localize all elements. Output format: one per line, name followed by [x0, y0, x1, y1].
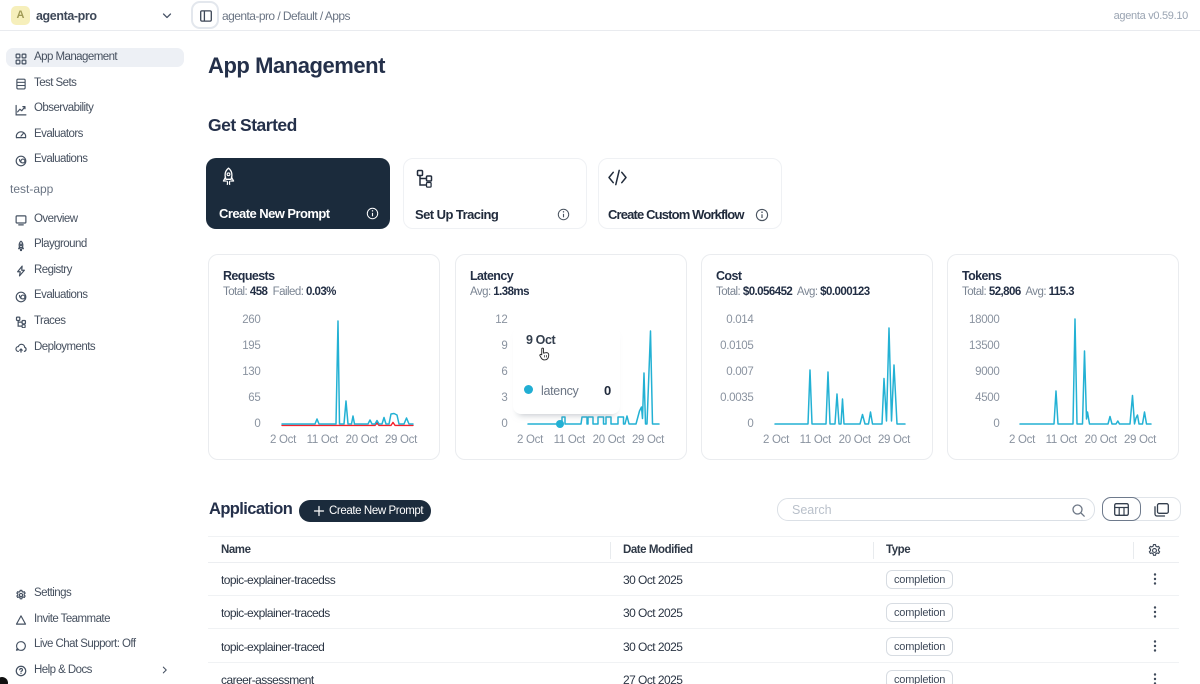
svg-text:18000: 18000 — [969, 314, 999, 326]
svg-text:260: 260 — [242, 314, 260, 326]
svg-text:11 Oct: 11 Oct — [800, 434, 832, 446]
svg-text:20 Oct: 20 Oct — [1085, 434, 1118, 446]
svg-text:195: 195 — [242, 340, 260, 352]
svg-text:11 Oct: 11 Oct — [1046, 434, 1078, 446]
svg-text:12: 12 — [495, 314, 507, 326]
svg-text:9000: 9000 — [975, 366, 999, 378]
svg-text:0.0105: 0.0105 — [720, 340, 753, 352]
svg-text:29 Oct: 29 Oct — [878, 434, 911, 446]
svg-text:65: 65 — [248, 392, 260, 404]
svg-text:2 Oct: 2 Oct — [1009, 434, 1036, 446]
svg-text:29 Oct: 29 Oct — [385, 434, 418, 446]
svg-text:11 Oct: 11 Oct — [554, 434, 586, 446]
svg-text:9: 9 — [501, 340, 507, 352]
svg-text:0: 0 — [747, 418, 753, 430]
svg-text:11 Oct: 11 Oct — [307, 434, 339, 446]
svg-text:3: 3 — [501, 392, 507, 404]
svg-text:20 Oct: 20 Oct — [839, 434, 872, 446]
svg-text:0.007: 0.007 — [726, 366, 753, 378]
svg-text:0: 0 — [501, 418, 507, 430]
svg-text:130: 130 — [242, 366, 260, 378]
svg-text:0: 0 — [993, 418, 999, 430]
svg-text:2 Oct: 2 Oct — [270, 434, 297, 446]
svg-text:4500: 4500 — [975, 392, 999, 404]
svg-text:0.014: 0.014 — [726, 314, 754, 326]
svg-text:20 Oct: 20 Oct — [346, 434, 379, 446]
svg-text:0: 0 — [254, 418, 260, 430]
svg-text:2 Oct: 2 Oct — [763, 434, 790, 446]
svg-text:6: 6 — [501, 366, 507, 378]
svg-text:29 Oct: 29 Oct — [1124, 434, 1157, 446]
svg-text:20 Oct: 20 Oct — [593, 434, 626, 446]
svg-text:13500: 13500 — [969, 340, 999, 352]
svg-text:2 Oct: 2 Oct — [517, 434, 544, 446]
svg-text:29 Oct: 29 Oct — [632, 434, 665, 446]
svg-text:0.0035: 0.0035 — [720, 392, 753, 404]
